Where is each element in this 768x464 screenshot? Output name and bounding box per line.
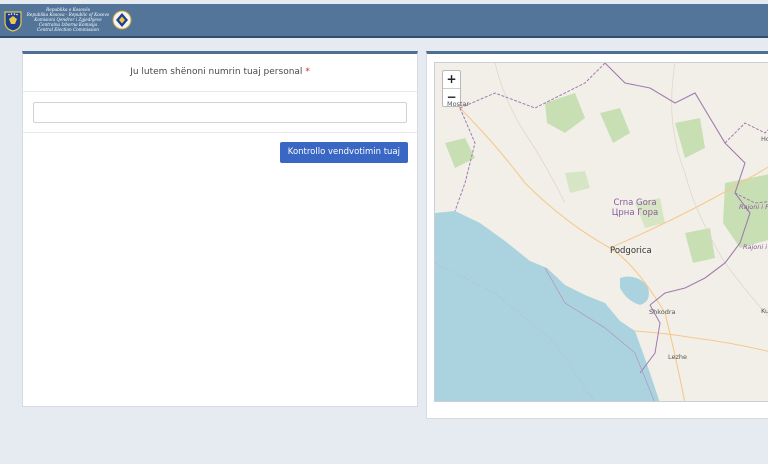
- kosovo-emblem-icon: [4, 11, 22, 32]
- country-label: Crna Gora Црна Гора: [607, 198, 663, 218]
- map-label: Rajoni i P: [739, 203, 768, 211]
- top-header-bar: Republika e Kosovës Republika Kosova - R…: [0, 0, 768, 38]
- personal-number-card: Ju lutem shënoni numrin tuaj personal * …: [22, 51, 418, 407]
- country-label-latin: Crna Gora: [613, 198, 657, 208]
- map-view[interactable]: + − Mostar Crna Gora Црна Гора Podgorica…: [434, 62, 768, 402]
- map-label: Shkodra: [649, 308, 676, 316]
- capital-label: Podgorica: [610, 246, 652, 256]
- check-polling-station-button[interactable]: Kontrollo vendvotimin tuaj: [279, 142, 408, 163]
- personal-number-input[interactable]: [33, 102, 407, 123]
- map-card: + − Mostar Crna Gora Црна Гора Podgorica…: [426, 51, 768, 419]
- map-tiles: [435, 63, 768, 401]
- input-row: [23, 92, 417, 133]
- header-line: Central Election Commission: [37, 27, 99, 32]
- country-label-cyrillic: Црна Гора: [611, 208, 659, 218]
- map-label: Rajoni i: [743, 243, 768, 251]
- election-commission-logo-icon: [112, 10, 132, 30]
- required-mark: *: [305, 67, 310, 77]
- zoom-in-button[interactable]: +: [443, 71, 460, 89]
- top-strip: [0, 0, 768, 4]
- map-label: Ho: [761, 135, 768, 143]
- map-label: Mostar: [447, 100, 470, 108]
- label-text: Ju lutem shënoni numrin tuaj personal: [130, 67, 303, 77]
- personal-number-label: Ju lutem shënoni numrin tuaj personal *: [23, 54, 417, 92]
- map-label: Ku: [761, 307, 768, 315]
- header-title: Republika e Kosovës Republika Kosova - R…: [24, 7, 112, 32]
- map-label: Lezhe: [668, 353, 688, 361]
